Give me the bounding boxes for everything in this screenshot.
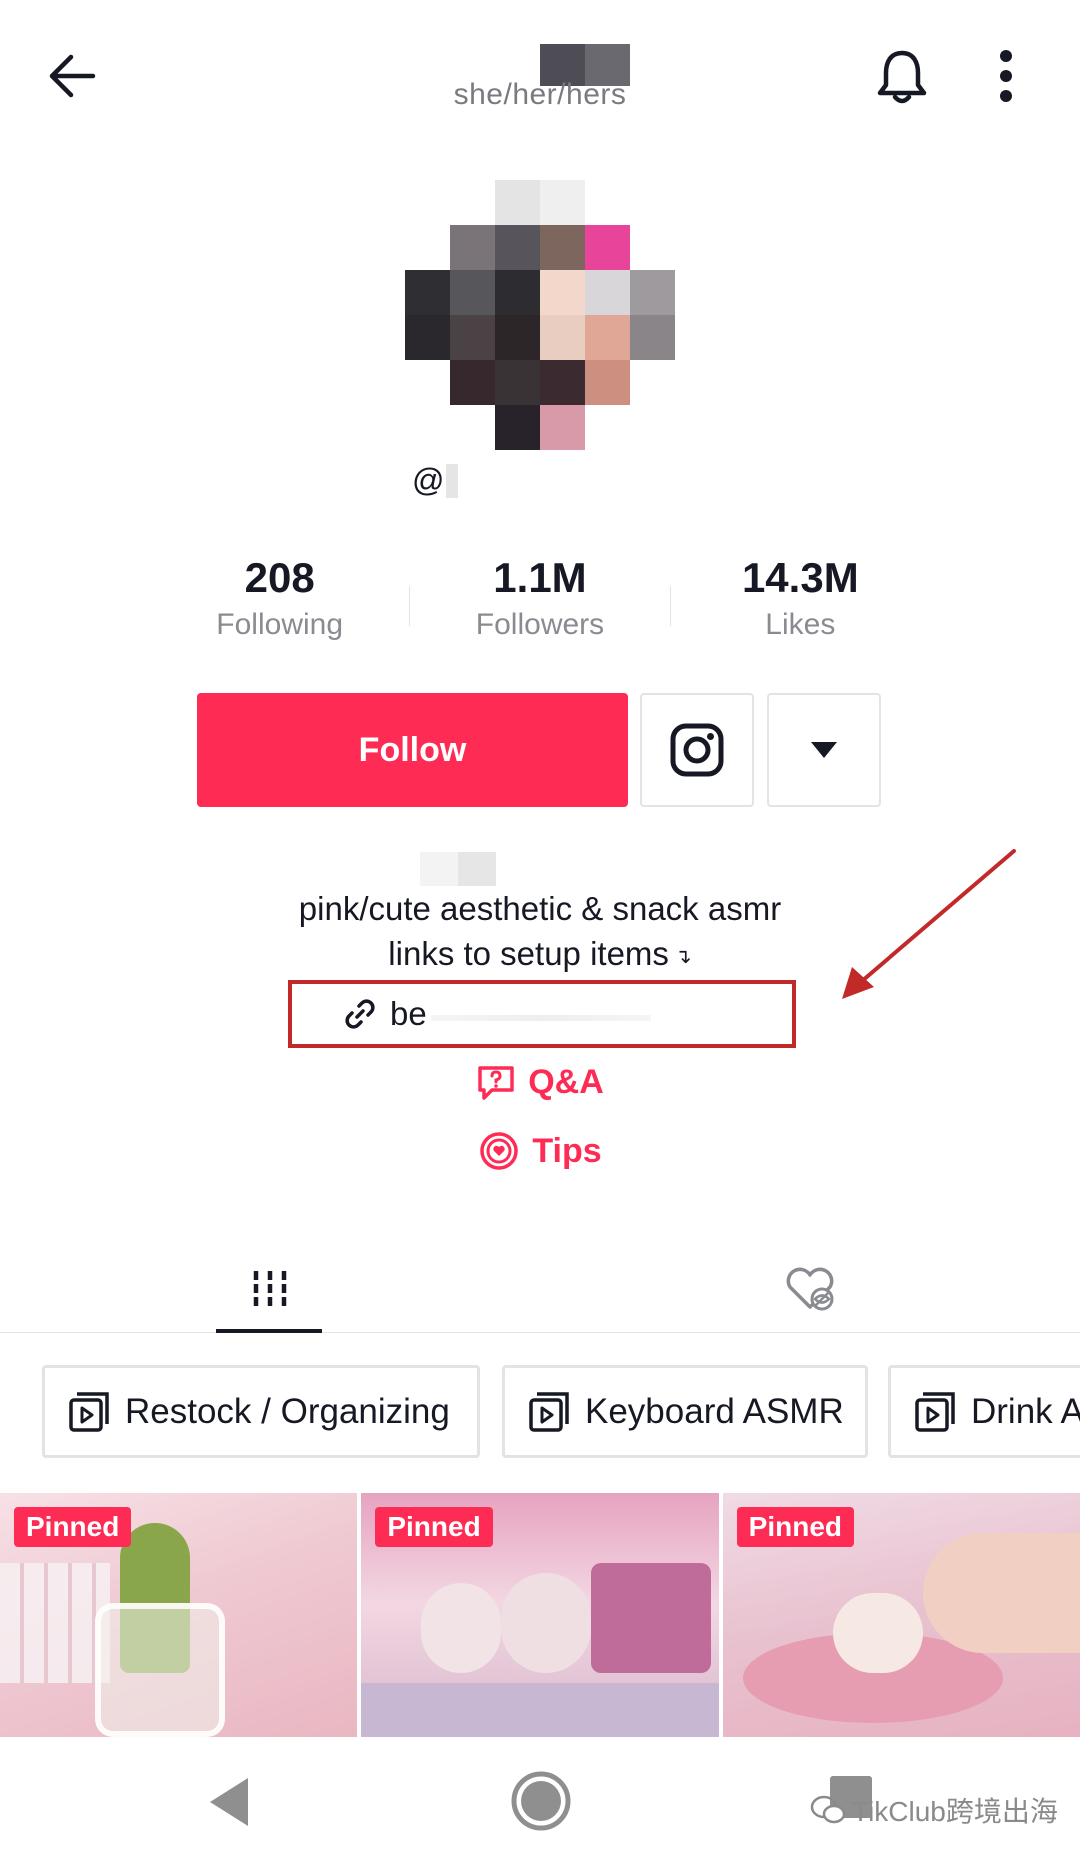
bell-icon — [877, 50, 927, 104]
video-thumbnail[interactable]: Pinned — [0, 1493, 358, 1737]
bio-link[interactable]: be — [288, 980, 796, 1048]
glass-graphic — [95, 1603, 225, 1737]
stat-followers[interactable]: 1.1M Followers — [410, 550, 669, 642]
likes-count: 14.3M — [741, 554, 859, 601]
playlist-label: Drink A — [971, 1391, 1080, 1431]
qa-label: Q&A — [528, 1063, 604, 1101]
playlist-icon — [69, 1391, 109, 1432]
bio-link-text: be — [390, 995, 427, 1032]
playlist-label: Keyboard ASMR — [585, 1391, 844, 1431]
hand-graphic — [922, 1533, 1080, 1653]
tips-label: Tips — [532, 1131, 602, 1170]
tips-link[interactable]: Tips — [0, 1130, 1080, 1172]
user-handle: @ — [412, 462, 459, 499]
bunny-figure-graphic — [501, 1573, 592, 1673]
profile-page: she/her/hers @ 208 Following 1.1M Follow… — [0, 0, 1080, 1863]
following-label: Following — [216, 608, 344, 641]
nav-back-icon[interactable] — [200, 1772, 260, 1832]
caret-down-icon — [811, 742, 837, 758]
console-graphic — [591, 1563, 712, 1673]
followers-count: 1.1M — [493, 554, 587, 601]
link-icon — [345, 999, 375, 1029]
pinned-badge: Pinned — [736, 1507, 854, 1547]
video-thumbnail[interactable]: Pinned — [361, 1493, 719, 1737]
instagram-button[interactable] — [640, 693, 754, 807]
following-count: 208 — [244, 554, 315, 601]
handle-prefix: @ — [412, 462, 445, 498]
grid-icon — [253, 1271, 287, 1307]
heart-hidden-icon — [786, 1267, 834, 1311]
bio-link-redacted — [430, 1015, 651, 1021]
playlist-strip: Restock / Organizing Keyboard ASMR Drink… — [0, 1365, 1080, 1461]
arrow-down-right-icon: ↴ — [674, 945, 692, 968]
keyboard-graphic — [0, 1563, 110, 1683]
tips-heart-icon — [480, 1132, 519, 1170]
pinned-badge: Pinned — [14, 1507, 132, 1547]
active-tab-indicator — [216, 1329, 322, 1333]
stat-following[interactable]: 208 Following — [150, 550, 409, 642]
bio-line-2-text: links to setup items — [388, 935, 669, 972]
instagram-icon — [670, 723, 724, 777]
playlist-chip[interactable]: Restock / Organizing — [42, 1365, 480, 1458]
bunny-figure-graphic — [421, 1583, 502, 1673]
playlist-chip[interactable]: Keyboard ASMR — [502, 1365, 868, 1458]
more-vertical-icon — [1000, 50, 1012, 102]
figurine-graphic — [832, 1593, 923, 1673]
tab-videos[interactable] — [216, 1245, 324, 1333]
follow-button[interactable]: Follow — [197, 693, 628, 807]
suggested-accounts-dropdown[interactable] — [767, 693, 881, 807]
keyboard-graphic — [361, 1683, 719, 1737]
playlist-label: Restock / Organizing — [125, 1391, 450, 1431]
followers-label: Followers — [475, 608, 605, 641]
tab-liked-videos[interactable] — [756, 1245, 864, 1333]
handle-redacted — [446, 463, 459, 498]
watermark-text: TikClub跨境出海 — [852, 1796, 1058, 1827]
nav-home-icon[interactable] — [510, 1770, 572, 1832]
profile-stats: 208 Following 1.1M Followers 14.3M Likes — [150, 550, 930, 660]
playlist-icon — [529, 1391, 569, 1432]
pinned-badge: Pinned — [375, 1507, 493, 1547]
qa-link[interactable]: Q&A — [0, 1063, 1080, 1102]
video-thumbnail[interactable]: Pinned — [722, 1493, 1080, 1737]
likes-label: Likes — [765, 608, 836, 641]
stat-likes[interactable]: 14.3M Likes — [671, 550, 930, 642]
playlist-chip[interactable]: Drink A — [888, 1365, 1080, 1458]
more-options-button[interactable] — [976, 44, 1036, 108]
watermark: TikClub跨境出海 — [810, 1790, 1058, 1830]
avatar[interactable] — [405, 180, 675, 450]
playlist-icon — [915, 1391, 955, 1432]
question-chat-icon — [478, 1065, 514, 1100]
wechat-icon — [810, 1795, 846, 1824]
annotation-arrow-icon — [842, 849, 1016, 999]
notifications-button[interactable] — [870, 44, 934, 108]
system-navigation-bar: TikClub跨境出海 — [0, 1740, 1080, 1863]
content-tabs — [0, 1245, 1080, 1333]
display-name-redacted — [420, 852, 496, 886]
video-grid: Pinned Pinned Pinned — [0, 1493, 1080, 1737]
